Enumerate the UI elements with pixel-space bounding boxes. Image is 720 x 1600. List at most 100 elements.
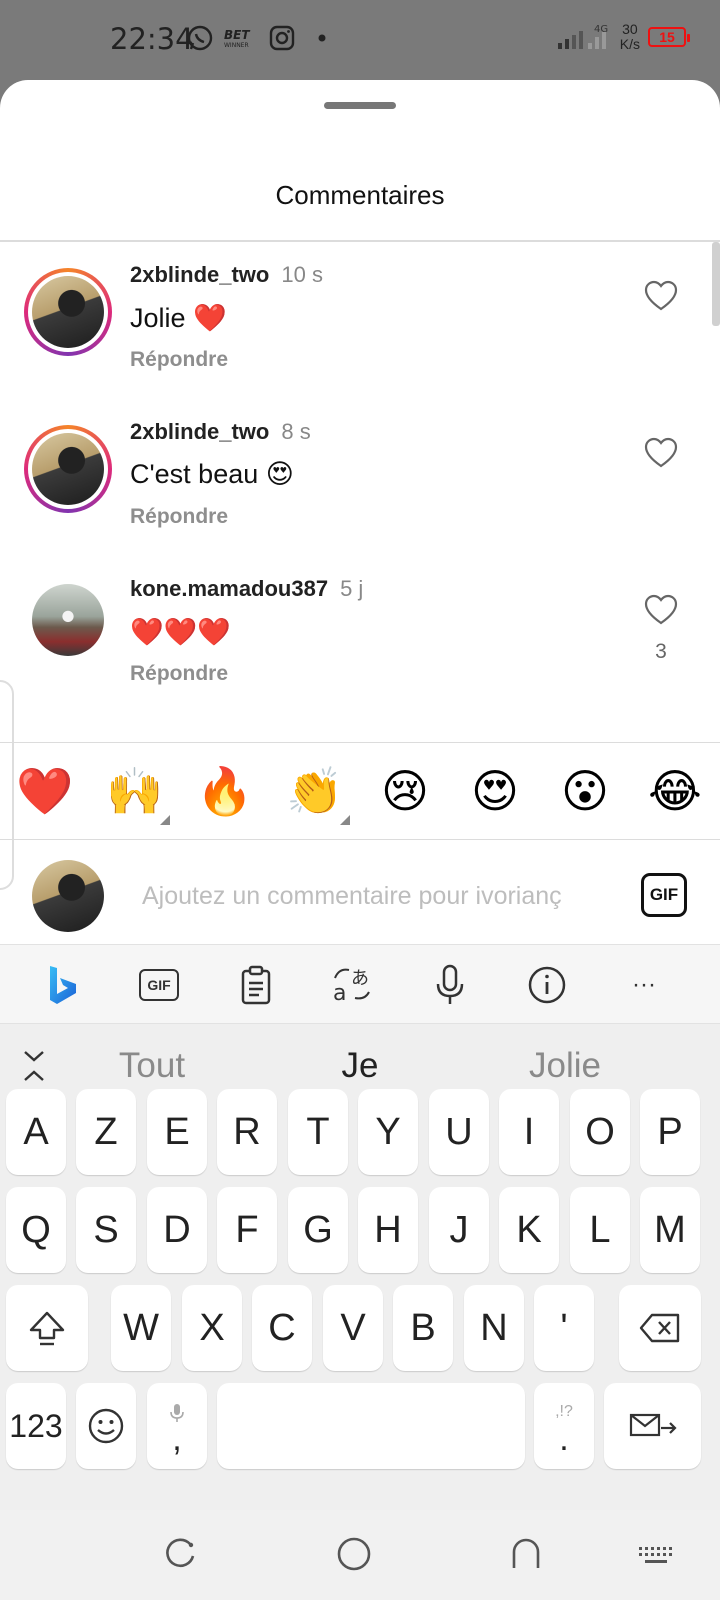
microphone-icon[interactable] [428, 963, 472, 1007]
suggestion-3[interactable]: Jolie [465, 1046, 665, 1086]
drag-handle[interactable] [324, 102, 396, 109]
space-key[interactable] [217, 1383, 525, 1469]
comment-time: 5 j [340, 576, 364, 601]
svg-text:a: a [333, 981, 346, 1006]
comment-text: ❤️❤️❤️ [130, 617, 231, 647]
emoji-fire[interactable]: 🔥 [180, 743, 270, 839]
svg-text:WINNER: WINNER [224, 42, 249, 49]
reply-button[interactable]: Répondre [130, 348, 228, 372]
sheet-title: Commentaires [275, 180, 445, 210]
reply-button[interactable]: Répondre [130, 662, 228, 686]
key-n[interactable]: N [464, 1285, 524, 1371]
emoji-heart-eyes[interactable]: 😍 [450, 743, 540, 839]
emoji-raising-hands[interactable]: 🙌 [90, 743, 180, 839]
bing-icon[interactable] [40, 963, 84, 1007]
comment-item: 2xblinde_two 8 s C'est beau 😍 Répondre [0, 399, 720, 549]
key-y[interactable]: Y [358, 1089, 418, 1175]
comma-key[interactable]: , [147, 1383, 207, 1469]
gif-icon[interactable]: GIF [137, 963, 181, 1007]
signal-icon: 4G [557, 24, 608, 49]
shift-key[interactable] [6, 1285, 88, 1371]
emoji-clapping[interactable]: 👏 [270, 743, 360, 839]
back-icon[interactable] [508, 1536, 544, 1572]
key-w[interactable]: W [111, 1285, 171, 1371]
clipboard-icon[interactable] [234, 963, 278, 1007]
heart-icon[interactable] [644, 594, 678, 626]
key-t[interactable]: T [288, 1089, 348, 1175]
comment-time: 8 s [281, 419, 311, 444]
home-icon[interactable] [336, 1536, 372, 1572]
send-key[interactable] [604, 1383, 701, 1469]
key-p[interactable]: P [640, 1089, 700, 1175]
key-a[interactable]: A [6, 1089, 66, 1175]
emoji-heart[interactable]: ❤️ [0, 743, 90, 839]
key-i[interactable]: I [499, 1089, 559, 1175]
emoji-crying[interactable]: 😢 [360, 743, 450, 839]
info-icon[interactable] [525, 963, 569, 1007]
key-z[interactable]: Z [76, 1089, 136, 1175]
suggestion-1[interactable]: Tout [52, 1046, 252, 1086]
emoji-key[interactable] [76, 1383, 136, 1469]
emoji-raising-hands-glyph: 🙌 [106, 764, 164, 818]
whatsapp-icon [187, 25, 213, 51]
instagram-icon [269, 25, 295, 51]
speed-unit: K/s [619, 36, 640, 52]
comment-username[interactable]: 2xblinde_two [130, 262, 269, 287]
heart-icon[interactable] [644, 437, 678, 469]
suggestion-2[interactable]: Je [260, 1046, 460, 1086]
key-v[interactable]: V [323, 1285, 383, 1371]
key-u[interactable]: U [429, 1089, 489, 1175]
key-c[interactable]: C [252, 1285, 312, 1371]
collapse-icon[interactable] [20, 1048, 48, 1084]
comment-username[interactable]: 2xblinde_two [130, 419, 269, 444]
numbers-key[interactable]: 123 [6, 1383, 66, 1469]
backspace-key[interactable] [619, 1285, 701, 1371]
backspace-icon [639, 1313, 680, 1343]
comment-header: 2xblinde_two 10 s [130, 262, 323, 288]
speed-value: 30 [622, 21, 638, 37]
story-ring[interactable] [24, 268, 112, 356]
key-e[interactable]: E [147, 1089, 207, 1175]
gif-button[interactable]: GIF [641, 873, 687, 917]
send-mail-icon [629, 1413, 677, 1437]
key-q[interactable]: Q [6, 1187, 66, 1273]
emoji-surprised[interactable]: 😮 [540, 743, 630, 839]
key-s[interactable]: S [76, 1187, 136, 1273]
gif-icon-label: GIF [139, 969, 179, 1001]
comment-header: kone.mamadou387 5 j [130, 576, 363, 602]
avatar[interactable] [32, 584, 104, 656]
comment-list[interactable]: 2xblinde_two 10 s Jolie ❤️ Répondre 2xbli… [0, 242, 720, 732]
heart-icon[interactable] [644, 280, 678, 312]
key-d[interactable]: D [147, 1187, 207, 1273]
key-x[interactable]: X [182, 1285, 242, 1371]
key-k[interactable]: K [499, 1187, 559, 1273]
key-j[interactable]: J [429, 1187, 489, 1273]
comment-username[interactable]: kone.mamadou387 [130, 576, 328, 601]
keyboard-hide-icon[interactable] [636, 1544, 676, 1568]
svg-text:BET: BET [224, 28, 250, 42]
key-h[interactable]: H [358, 1187, 418, 1273]
emoji-laughing[interactable]: 😂 [630, 743, 720, 839]
keyboard-toolbar: GIF aあ ··· [0, 944, 720, 1024]
status-time: 22:34 [110, 22, 194, 56]
status-bar: 22:34 BET WINNER 4G 30 K/s 15 [0, 0, 720, 80]
period-key[interactable]: ,!? . [534, 1383, 594, 1469]
key-g[interactable]: G [288, 1187, 348, 1273]
reply-button[interactable]: Répondre [130, 505, 228, 529]
key-o[interactable]: O [570, 1089, 630, 1175]
comment-item: 2xblinde_two 10 s Jolie ❤️ Répondre [0, 242, 720, 392]
comment-header: 2xblinde_two 8 s [130, 419, 311, 445]
translate-icon[interactable]: aあ [331, 963, 375, 1007]
key-m[interactable]: M [640, 1187, 700, 1273]
key-l[interactable]: L [570, 1187, 630, 1273]
scrollbar[interactable] [712, 242, 720, 326]
recent-apps-icon[interactable] [164, 1538, 198, 1572]
key-r[interactable]: R [217, 1089, 277, 1175]
comment-input[interactable] [142, 876, 612, 916]
emoji-quick-bar: ❤️ 🙌 🔥 👏 😢 😍 😮 😂 [0, 743, 720, 839]
key-b[interactable]: B [393, 1285, 453, 1371]
story-ring[interactable] [24, 425, 112, 513]
key-apostrophe[interactable]: ' [534, 1285, 594, 1371]
more-icon[interactable]: ··· [622, 963, 666, 1007]
key-f[interactable]: F [217, 1187, 277, 1273]
